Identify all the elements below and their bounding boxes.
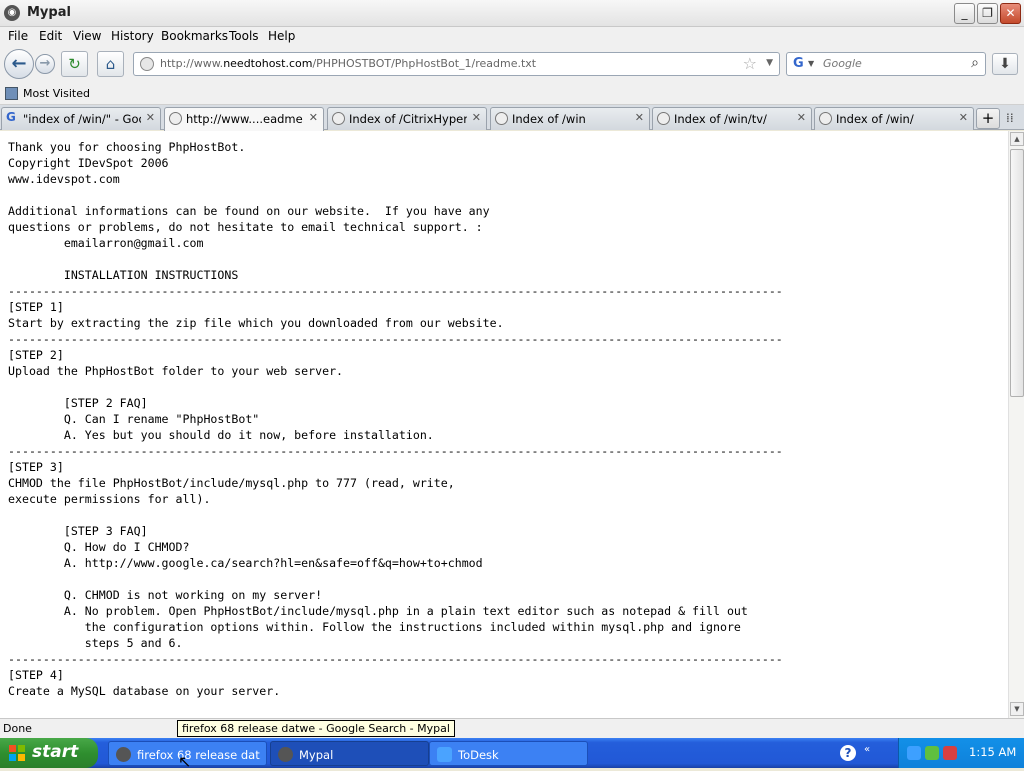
scroll-down-icon[interactable]: ▼ bbox=[1010, 702, 1024, 716]
globe-favicon-icon bbox=[169, 112, 182, 125]
menu-file[interactable]: File bbox=[8, 29, 28, 43]
menu-tools[interactable]: Tools bbox=[229, 29, 259, 43]
taskbar-button-label: ToDesk bbox=[458, 748, 499, 762]
home-icon: ⌂ bbox=[105, 55, 116, 73]
show-hidden-icons-arrow[interactable]: « bbox=[864, 744, 870, 755]
search-bar[interactable]: G ▼ Google ⌕ bbox=[786, 52, 986, 76]
tab-readme[interactable]: http://www....eadme.txt ✕ bbox=[164, 107, 324, 131]
new-tab-button[interactable]: + bbox=[976, 108, 1000, 129]
tab-close-icon[interactable]: ✕ bbox=[635, 111, 644, 124]
system-tray: 1:15 AM bbox=[898, 738, 1024, 768]
readme-text: Thank you for choosing PhpHostBot. Copyr… bbox=[8, 140, 783, 698]
bookmark-star-icon[interactable]: ☆ bbox=[743, 54, 757, 73]
tab-close-icon[interactable]: ✕ bbox=[959, 111, 968, 124]
navigation-toolbar: ← → ↻ ⌂ http://www.needtohost.com/PHPHOS… bbox=[0, 46, 1024, 84]
tab-label: "index of /win/" - Goog... bbox=[23, 112, 141, 126]
mypal-icon: ◉ bbox=[4, 5, 20, 21]
globe-favicon-icon bbox=[657, 112, 670, 125]
start-label: start bbox=[32, 742, 79, 762]
maximize-button[interactable]: ❐ bbox=[977, 3, 998, 24]
url-bar[interactable]: http://www.needtohost.com/PHPHOSTBOT/Php… bbox=[133, 52, 780, 76]
downloads-button[interactable]: ⬇ bbox=[992, 53, 1018, 75]
menu-history[interactable]: History bbox=[111, 29, 154, 43]
taskbar-button-mypal[interactable]: Mypal bbox=[270, 741, 429, 766]
reload-icon: ↻ bbox=[68, 55, 81, 73]
reload-button[interactable]: ↻ bbox=[61, 51, 88, 77]
security-shield-icon[interactable] bbox=[943, 746, 957, 760]
menu-help[interactable]: Help bbox=[268, 29, 295, 43]
search-engine-dropdown-icon[interactable]: ▼ bbox=[808, 59, 814, 68]
minimize-button[interactable]: _ bbox=[954, 3, 975, 24]
forward-button[interactable]: → bbox=[35, 54, 55, 74]
taskbar-tooltip: firefox 68 release datwe - Google Search… bbox=[177, 720, 455, 737]
menu-bar: File Edit View History Bookmarks Tools H… bbox=[0, 27, 1024, 46]
forward-arrow-icon: → bbox=[39, 56, 51, 71]
tab-google-search[interactable]: G "index of /win/" - Goog... ✕ bbox=[1, 107, 161, 130]
vertical-scrollbar[interactable]: ▲ ▼ bbox=[1008, 131, 1024, 718]
url-prefix: http://www. bbox=[160, 57, 224, 70]
tab-label: Index of /CitrixHyperv... bbox=[349, 112, 467, 126]
tab-close-icon[interactable]: ✕ bbox=[472, 111, 481, 124]
scroll-up-icon[interactable]: ▲ bbox=[1010, 132, 1024, 146]
most-visited-folder-icon bbox=[5, 87, 18, 100]
taskbar: start firefox 68 release dat... Mypal To… bbox=[0, 738, 1024, 768]
taskbar-button-label: firefox 68 release dat... bbox=[137, 748, 261, 762]
window-title: Mypal bbox=[27, 5, 71, 20]
start-button[interactable]: start bbox=[0, 738, 98, 768]
status-bar: Done bbox=[0, 718, 1024, 738]
search-icon[interactable]: ⌕ bbox=[971, 55, 979, 71]
google-favicon-icon: G bbox=[6, 110, 16, 124]
mypal-icon bbox=[278, 747, 293, 762]
mouse-cursor-icon: ↖ bbox=[178, 752, 192, 771]
clock[interactable]: 1:15 AM bbox=[969, 745, 1016, 759]
url-domain: needtohost.com bbox=[223, 57, 313, 70]
home-button[interactable]: ⌂ bbox=[97, 51, 124, 77]
google-engine-icon[interactable]: G bbox=[793, 56, 804, 71]
search-input[interactable]: Google bbox=[823, 57, 862, 70]
menu-bookmarks[interactable]: Bookmarks bbox=[161, 29, 228, 43]
list-all-tabs-icon[interactable]: ⁞⁞ bbox=[1006, 111, 1014, 125]
taskbar-button-label: Mypal bbox=[299, 748, 334, 762]
globe-favicon-icon bbox=[332, 112, 345, 125]
mypal-icon bbox=[116, 747, 131, 762]
tab-close-icon[interactable]: ✕ bbox=[146, 111, 155, 124]
back-button[interactable]: ← bbox=[4, 49, 34, 79]
tab-index-citrix[interactable]: Index of /CitrixHyperv... ✕ bbox=[327, 107, 487, 130]
todesk-icon bbox=[437, 747, 452, 762]
scrollbar-thumb[interactable] bbox=[1010, 149, 1024, 397]
tab-index-win[interactable]: Index of /win ✕ bbox=[490, 107, 650, 130]
network-tray-icon[interactable] bbox=[925, 746, 939, 760]
tab-label: Index of /win bbox=[512, 112, 586, 126]
help-icon[interactable]: ? bbox=[840, 745, 856, 761]
windows-flag-icon bbox=[9, 745, 25, 761]
page-content: Thank you for choosing PhpHostBot. Copyr… bbox=[0, 131, 1008, 718]
menu-view[interactable]: View bbox=[73, 29, 101, 43]
bookmarks-toolbar: Most Visited bbox=[0, 84, 1024, 105]
site-identity-icon[interactable] bbox=[140, 57, 154, 71]
most-visited-bookmark[interactable]: Most Visited bbox=[23, 87, 90, 100]
globe-favicon-icon bbox=[819, 112, 832, 125]
url-text[interactable]: http://www.needtohost.com/PHPHOSTBOT/Php… bbox=[160, 57, 536, 70]
todesk-tray-icon[interactable] bbox=[907, 746, 921, 760]
download-arrow-icon: ⬇ bbox=[999, 56, 1011, 72]
close-window-button[interactable]: ✕ bbox=[1000, 3, 1021, 24]
url-path: /PHPHOSTBOT/PhpHostBot_1/readme.txt bbox=[312, 57, 537, 70]
menu-edit[interactable]: Edit bbox=[39, 29, 62, 43]
tab-close-icon[interactable]: ✕ bbox=[797, 111, 806, 124]
tab-label: http://www....eadme.txt bbox=[186, 112, 304, 126]
title-bar: ◉ Mypal _ ❐ ✕ bbox=[0, 0, 1024, 27]
url-history-dropdown-icon[interactable]: ▼ bbox=[766, 58, 773, 68]
taskbar-button-todesk[interactable]: ToDesk bbox=[429, 741, 588, 766]
globe-favicon-icon bbox=[495, 112, 508, 125]
tab-strip: G "index of /win/" - Goog... ✕ http://ww… bbox=[0, 105, 1024, 131]
tab-label: Index of /win/ bbox=[836, 112, 914, 126]
tab-close-icon[interactable]: ✕ bbox=[309, 111, 318, 124]
tab-label: Index of /win/tv/ bbox=[674, 112, 767, 126]
tab-index-win-slash[interactable]: Index of /win/ ✕ bbox=[814, 107, 974, 130]
tab-index-win-tv[interactable]: Index of /win/tv/ ✕ bbox=[652, 107, 812, 130]
back-arrow-icon: ← bbox=[11, 53, 27, 74]
status-text: Done bbox=[3, 722, 32, 735]
